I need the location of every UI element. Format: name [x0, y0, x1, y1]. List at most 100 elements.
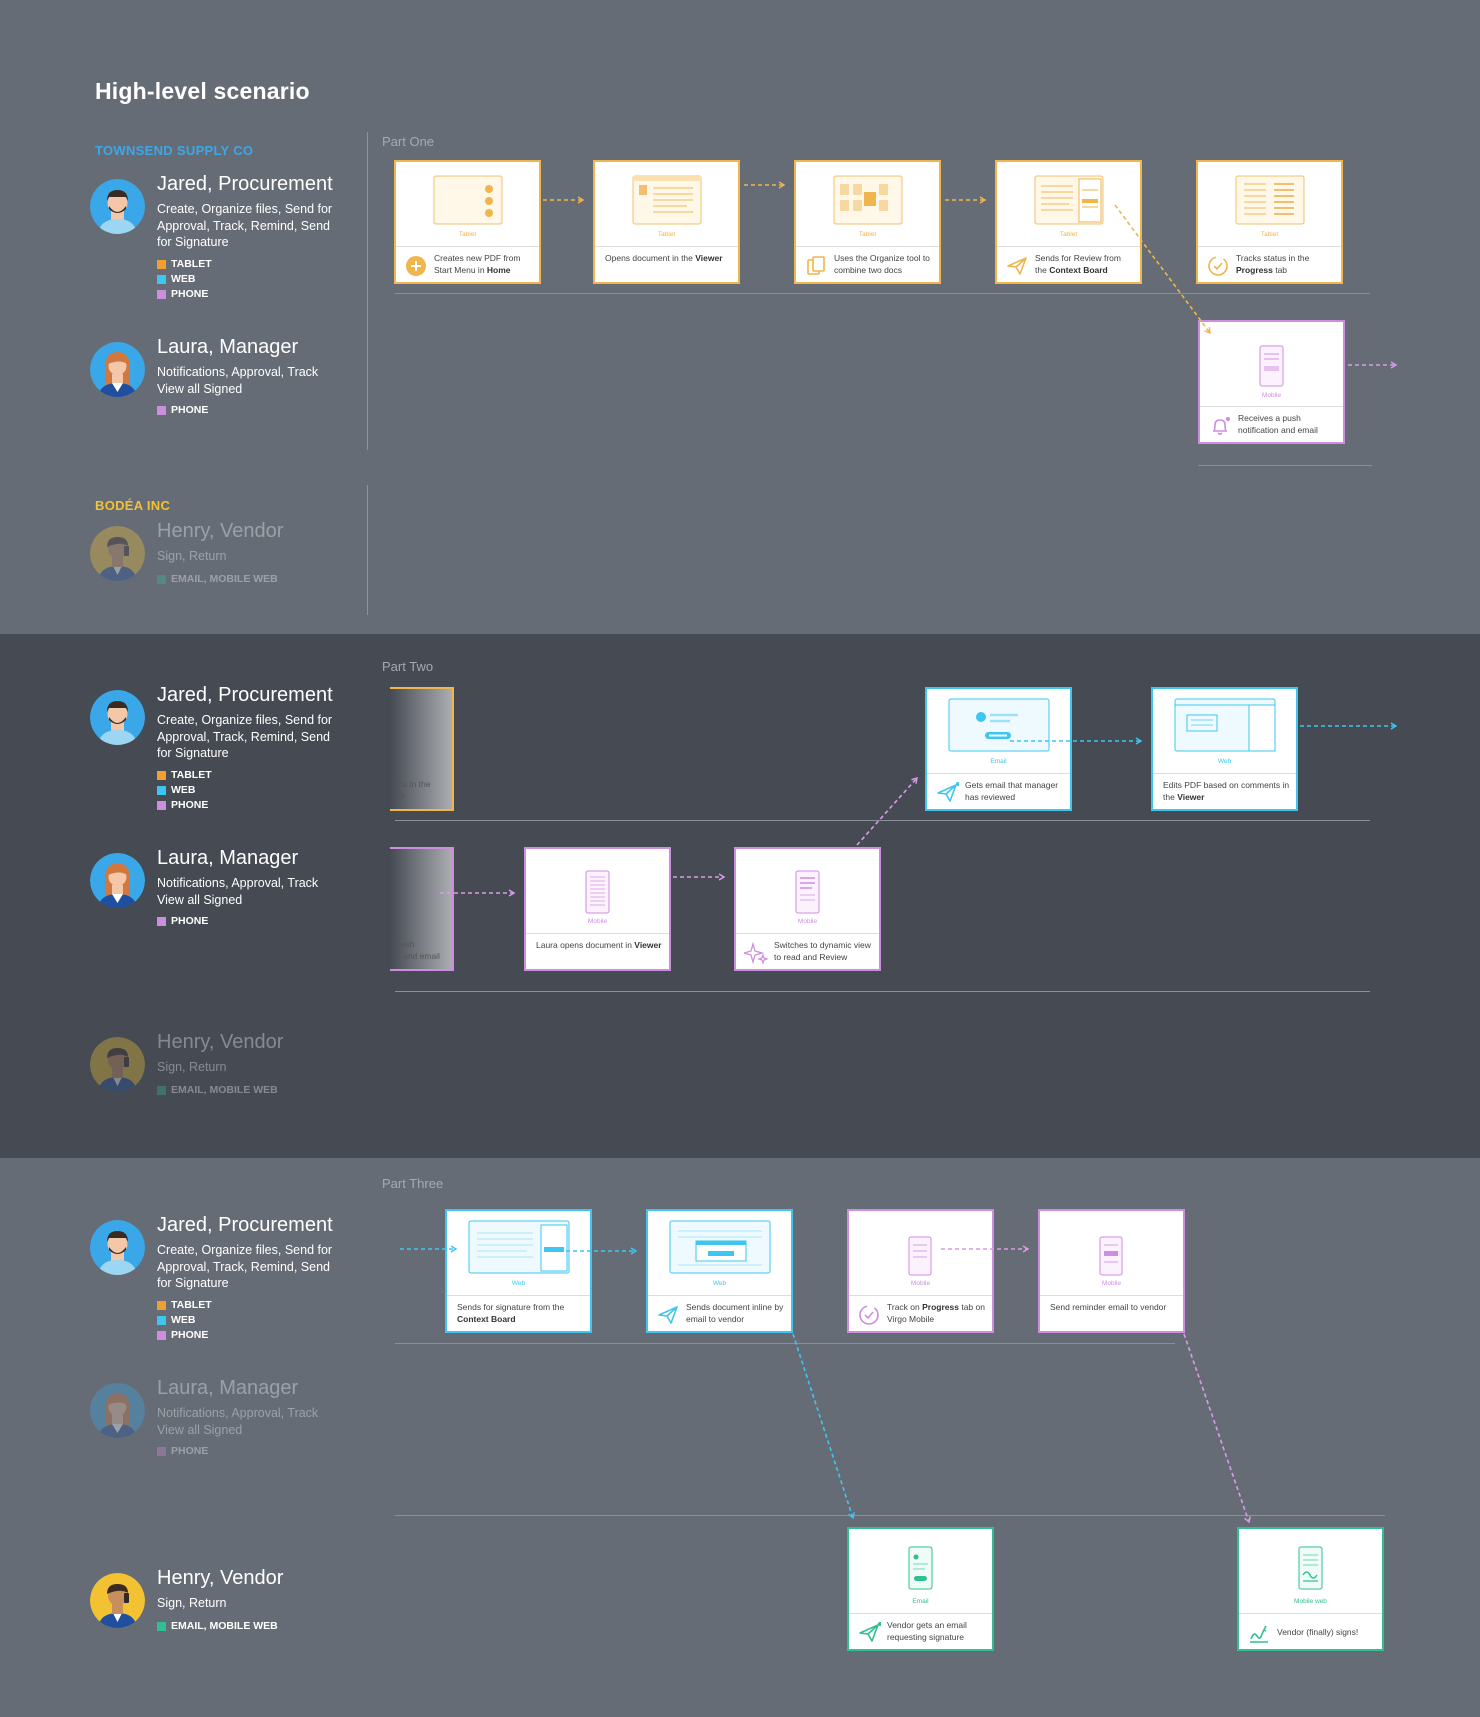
step-caption: Gets email that manager has reviewed	[965, 780, 1059, 802]
step-card: Tablet Uses the Organize tool to combine…	[794, 160, 941, 284]
company-bodea: BODÉA INC	[95, 498, 171, 513]
persona-name: Henry, Vendor	[157, 520, 284, 542]
faded-step-card: tus in the ab	[390, 687, 454, 811]
device-phone: PHONE	[171, 915, 209, 927]
step-caption: Uses the Organize tool to combine two do…	[834, 253, 930, 275]
bell-icon	[1208, 414, 1232, 438]
jared-avatar-icon	[90, 690, 145, 745]
persona-jared: Jared, Procurement Create, Organize file…	[90, 684, 350, 814]
faded-step-card: push n and email	[390, 847, 454, 971]
device-type: Web	[511, 1280, 526, 1287]
henry-avatar-icon	[90, 1573, 145, 1628]
device-list: TABLET WEB PHONE	[157, 1298, 212, 1343]
device-type: Tablet	[858, 231, 877, 238]
device-web: WEB	[171, 784, 196, 796]
persona-name: Jared, Procurement	[157, 173, 333, 195]
persona-henry: Henry, Vendor Sign, Return EMAIL, MOBILE…	[90, 1567, 350, 1637]
persona-name: Laura, Manager	[157, 847, 299, 869]
persona-description: Create, Organize files, Send for Approva…	[157, 713, 333, 760]
step-card: Mobile Switches to dynamic view to read …	[734, 847, 881, 971]
device-phone: PHONE	[171, 1329, 209, 1341]
device-list: TABLET WEB PHONE	[157, 768, 212, 813]
step-caption: Vendor (finally) signs!	[1277, 1627, 1359, 1637]
device-tablet: TABLET	[171, 258, 212, 270]
device-type: Tablet	[1260, 231, 1279, 238]
avatar	[90, 1037, 145, 1092]
step-card: Mobile Send reminder email to vendor	[1038, 1209, 1185, 1333]
persona-name: Henry, Vendor	[157, 1031, 284, 1053]
avatar	[90, 1383, 145, 1438]
jared-avatar-icon	[90, 1220, 145, 1275]
device-type: Mobile	[910, 1280, 931, 1287]
step-card: Web Sends document inline by email to ve…	[646, 1209, 793, 1333]
check-circle-icon	[1206, 254, 1230, 278]
step-caption: Edits PDF based on comments in the Viewe…	[1163, 780, 1290, 802]
device-list: EMAIL, MOBILE WEB	[157, 1619, 278, 1634]
lane-divider	[367, 132, 368, 450]
step-card: Web Edits PDF based on comments in the V…	[1151, 687, 1298, 811]
avatar	[90, 853, 145, 908]
device-phone: PHONE	[171, 799, 209, 811]
device-phone: PHONE	[171, 1445, 209, 1457]
device-type: Web	[1217, 758, 1232, 765]
lane-line	[395, 820, 1370, 821]
henry-avatar-icon	[90, 1037, 145, 1092]
persona-name: Jared, Procurement	[157, 684, 333, 706]
lane-divider	[367, 485, 368, 615]
device-type: Mobile	[1261, 392, 1282, 399]
send-icon	[935, 781, 959, 805]
device-type: Email	[990, 758, 1007, 765]
company-townsend: TOWNSEND SUPPLY CO	[95, 143, 254, 158]
laura-avatar-icon	[90, 342, 145, 397]
device-type: Web	[712, 1280, 727, 1287]
avatar	[90, 1220, 145, 1275]
step-card: Mobile Laura opens document in Viewer	[524, 847, 671, 971]
device-list: EMAIL, MOBILE WEB	[157, 1083, 278, 1098]
henry-avatar-icon	[90, 526, 145, 581]
device-type: Tablet	[657, 231, 676, 238]
persona-description: Notifications, Approval, Track View all …	[157, 365, 319, 396]
device-email-mobile-web: EMAIL, MOBILE WEB	[171, 573, 278, 585]
step-card: Mobile Receives a push notification and …	[1198, 320, 1345, 444]
persona-description: Create, Organize files, Send for Approva…	[157, 202, 333, 249]
persona-description: Notifications, Approval, Track View all …	[157, 876, 319, 907]
device-tablet: TABLET	[171, 769, 212, 781]
device-email-mobile-web: EMAIL, MOBILE WEB	[171, 1620, 278, 1632]
step-card: Mobile Track on Progress tab on Virgo Mo…	[847, 1209, 994, 1333]
persona-laura: Laura, Manager Notifications, Approval, …	[90, 336, 350, 416]
step-caption: tus in the ab	[396, 779, 431, 801]
persona-description: Sign, Return	[157, 1060, 227, 1074]
step-caption: Receives a push notification and email	[1238, 413, 1318, 435]
step-card: Email Vendor gets an email requesting si…	[847, 1527, 994, 1651]
laura-avatar-icon	[90, 853, 145, 908]
device-type: Email	[912, 1598, 929, 1605]
step-caption: Laura opens document in Viewer	[536, 940, 662, 950]
sign-icon	[1247, 1621, 1271, 1645]
device-list: PHONE	[157, 403, 208, 418]
persona-henry: Henry, Vendor Sign, Return EMAIL, MOBILE…	[90, 1031, 350, 1101]
avatar	[90, 690, 145, 745]
step-card: Web Sends for signature from the Context…	[445, 1209, 592, 1333]
persona-name: Henry, Vendor	[157, 1567, 284, 1589]
device-list: PHONE	[157, 1444, 208, 1459]
lane-line	[395, 991, 1370, 992]
step-caption: Sends document inline by email to vendor	[686, 1302, 784, 1324]
device-tablet: TABLET	[171, 1299, 212, 1311]
step-card: Email Gets email that manager has review…	[925, 687, 1072, 811]
persona-name: Laura, Manager	[157, 336, 299, 358]
lane-line	[395, 1343, 1175, 1344]
persona-laura: Laura, Manager Notifications, Approval, …	[90, 1377, 350, 1457]
part-one-label: Part One	[382, 134, 435, 149]
persona-description: Sign, Return	[157, 1596, 227, 1610]
device-web: WEB	[171, 273, 196, 285]
device-phone: PHONE	[171, 404, 209, 416]
device-email-mobile-web: EMAIL, MOBILE WEB	[171, 1084, 278, 1096]
step-caption: Sends for Review from the Context Board	[1035, 253, 1121, 275]
persona-description: Sign, Return	[157, 549, 227, 563]
avatar	[90, 342, 145, 397]
device-list: TABLET WEB PHONE	[157, 257, 212, 302]
lane-line	[395, 293, 1370, 294]
step-caption: Switches to dynamic view to read and Rev…	[774, 940, 871, 962]
lane-line	[395, 1515, 1385, 1516]
check-circle-icon	[857, 1303, 881, 1327]
